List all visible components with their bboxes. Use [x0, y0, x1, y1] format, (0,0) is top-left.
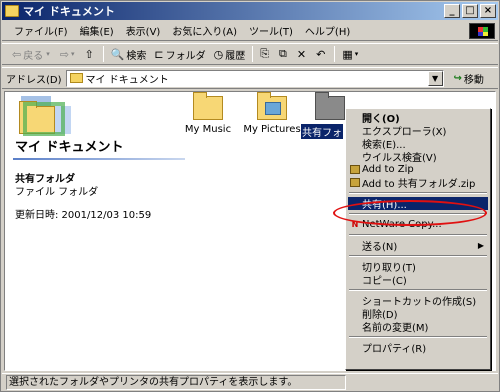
toolbar-separator: [102, 46, 104, 62]
minimize-button[interactable]: _: [444, 4, 460, 18]
back-arrow-icon: ⇦: [12, 47, 22, 61]
submenu-arrow-icon: ▶: [477, 241, 484, 250]
explorer-window: マイ ドキュメント _ □ × ファイル(F) 編集(E) 表示(V) お気に入…: [0, 0, 500, 392]
panel-divider: [13, 158, 185, 160]
selected-item-type: ファイル フォルダ: [15, 187, 99, 198]
folders-label: フォルダ: [165, 50, 206, 62]
menu-item-rename[interactable]: 名前の変更(M): [348, 320, 488, 334]
menu-view[interactable]: 表示(V): [120, 23, 167, 38]
menu-separator: [349, 234, 487, 236]
file-item-shared-folder[interactable]: 共有フォ: [301, 92, 351, 139]
undo-button[interactable]: ↶: [312, 48, 331, 61]
menu-item-label: Add to 共有フォルダ.zip: [362, 179, 476, 190]
menu-file[interactable]: ファイル(F): [8, 23, 74, 38]
shared-folder-icon: [315, 92, 345, 120]
title-bar[interactable]: マイ ドキュメント _ □ ×: [2, 2, 498, 20]
menu-favorites[interactable]: お気に入り(A): [166, 23, 243, 38]
maximize-button[interactable]: □: [462, 4, 478, 18]
move-to-button[interactable]: ⎘: [256, 47, 275, 61]
menu-item-label: Add to Zip: [362, 164, 414, 175]
panel-title: マイ ドキュメント: [15, 140, 124, 155]
search-button[interactable]: 🔍 検索: [107, 47, 151, 62]
delete-icon: ✕: [296, 47, 307, 61]
pictures-folder-icon: [257, 92, 287, 120]
toolbar-separator: [334, 46, 336, 62]
menu-separator: [349, 192, 487, 194]
menu-edit[interactable]: 編集(E): [74, 23, 120, 38]
up-folder-icon: ⇧: [84, 47, 94, 61]
history-icon: ◷: [213, 47, 224, 61]
undo-icon: ↶: [316, 47, 326, 61]
menu-item-label: ウイルス検査(V): [362, 153, 437, 164]
views-button[interactable]: ▦ ▾: [338, 48, 364, 61]
folder-icon: [69, 73, 83, 83]
selected-item-modified: 更新日時: 2001/12/03 10:59: [15, 210, 152, 221]
address-bar: アドレス(D) マイ ドキュメント ▼ ↪ 移動: [2, 67, 498, 89]
history-label: 履歴: [225, 50, 246, 62]
zip-icon: [350, 178, 360, 187]
address-label: アドレス(D): [6, 74, 62, 86]
zip-icon: [350, 165, 360, 174]
window-title: マイ ドキュメント: [23, 5, 115, 18]
address-input[interactable]: マイ ドキュメント ▼: [65, 69, 444, 87]
file-item-my-music[interactable]: My Music: [171, 92, 245, 135]
status-bar: 選択されたフォルダやプリンタの共有プロパティを表示します。: [2, 373, 498, 391]
toolbar-separator: [252, 46, 254, 62]
views-icon: ▦: [342, 47, 353, 61]
menu-item-virus-scan[interactable]: ウイルス検査(V): [348, 150, 488, 164]
menu-item-label: プロパティ(R): [362, 344, 427, 355]
search-icon: 🔍: [110, 47, 125, 61]
dropdown-arrow-icon: ▾: [70, 50, 75, 58]
menu-tools[interactable]: ツール(T): [243, 23, 299, 38]
copy-to-button[interactable]: ⧉: [275, 47, 293, 61]
menu-separator: [349, 336, 487, 338]
menu-help[interactable]: ヘルプ(H): [299, 23, 356, 38]
file-item-label: My Music: [184, 124, 232, 135]
address-dropdown-button[interactable]: ▼: [427, 70, 443, 86]
windows-logo-icon: [469, 23, 495, 39]
menu-item-label: コピー(C): [362, 276, 407, 287]
dropdown-arrow-icon: ▾: [354, 50, 359, 58]
search-label: 検索: [126, 50, 147, 62]
forward-arrow-icon: ⇨: [59, 47, 69, 61]
copy-to-icon: ⧉: [279, 47, 287, 60]
menu-item-copy[interactable]: コピー(C): [348, 273, 488, 287]
toolbar: ⇦ 戻る ▾ ⇨ ▾ ⇧ 🔍 検索 ⊏ フォルダ ◷ 履歴 ⎘ ⧉ ✕ ↶ ▦ …: [2, 43, 498, 65]
back-button[interactable]: ⇦ 戻る ▾: [8, 47, 56, 62]
up-folder-button[interactable]: ⇧: [80, 48, 99, 61]
file-item-label: My Pictures: [243, 124, 301, 135]
back-label: 戻る: [23, 50, 44, 62]
menu-item-label: 送る(N): [362, 242, 398, 253]
file-item-label: 共有フォ: [301, 124, 343, 139]
folder-tree-icon: ⊏: [154, 47, 164, 61]
go-button[interactable]: ↪ 移動: [454, 71, 484, 86]
menu-bar: ファイル(F) 編集(E) 表示(V) お気に入り(A) ツール(T) ヘルプ(…: [2, 21, 498, 41]
annotation-highlight-oval: [333, 200, 487, 226]
move-to-icon: ⎘: [260, 47, 270, 60]
history-button[interactable]: ◷ 履歴: [210, 47, 250, 62]
menu-item-properties[interactable]: プロパティ(R): [348, 341, 488, 355]
status-text: 選択されたフォルダやプリンタの共有プロパティを表示します。: [6, 375, 346, 390]
address-value: マイ ドキュメント: [85, 74, 169, 86]
menu-separator: [349, 255, 487, 257]
menu-item-add-to-named-zip[interactable]: Add to 共有フォルダ.zip: [348, 176, 488, 190]
folders-button[interactable]: ⊏ フォルダ: [150, 47, 209, 62]
go-arrow-icon: ↪: [453, 72, 462, 84]
menu-item-send-to[interactable]: 送る(N) ▶: [348, 239, 488, 253]
close-button[interactable]: ×: [480, 4, 496, 18]
folder-icon: [193, 92, 223, 120]
dropdown-arrow-icon: ▾: [46, 50, 50, 58]
menu-item-label: 名前の変更(M): [362, 323, 429, 334]
file-item-my-pictures[interactable]: My Pictures: [235, 92, 309, 135]
context-menu: 開く(O) エクスプローラ(X) 検索(E)... ウイルス検査(V) Add …: [345, 108, 491, 370]
menu-separator: [349, 289, 487, 291]
folder-icon: [5, 5, 19, 17]
delete-button[interactable]: ✕: [293, 48, 312, 61]
window-controls: _ □ ×: [444, 4, 496, 18]
go-label: 移動: [463, 74, 484, 86]
forward-button[interactable]: ⇨ ▾: [56, 48, 81, 61]
